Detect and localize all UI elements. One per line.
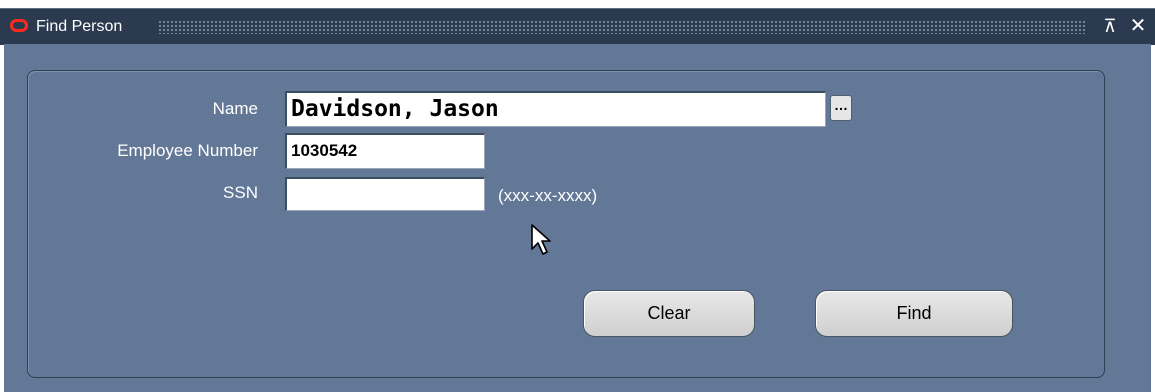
name-label: Name (212, 99, 258, 118)
title-bar-grip[interactable] (158, 20, 1086, 34)
employee-number-label: Employee Number (117, 141, 258, 160)
restore-icon[interactable]: ⊼ (1098, 15, 1122, 37)
window-body: Name Davidson, Jason … Employee Number 1… (4, 44, 1151, 392)
list-of-values-button[interactable]: … (830, 95, 852, 121)
title-bar[interactable]: Find Person ⊼ ✕ (0, 8, 1155, 45)
name-field[interactable]: Davidson, Jason (285, 91, 826, 127)
ssn-label: SSN (223, 183, 258, 202)
search-panel: Name Davidson, Jason … Employee Number 1… (27, 70, 1105, 378)
window-title: Find Person (36, 18, 123, 35)
ssn-format-hint: (xxx-xx-xxxx) (498, 186, 598, 205)
employee-number-field[interactable]: 1030542 (285, 133, 485, 169)
clear-button[interactable]: Clear (583, 290, 755, 337)
find-button[interactable]: Find (815, 290, 1013, 337)
find-person-window: Find Person ⊼ ✕ Name Davidson, Jason … E… (0, 0, 1155, 392)
close-icon[interactable]: ✕ (1126, 15, 1150, 37)
ssn-field[interactable] (285, 177, 485, 211)
oracle-logo-icon (10, 19, 28, 32)
mouse-pointer-icon (531, 224, 551, 255)
